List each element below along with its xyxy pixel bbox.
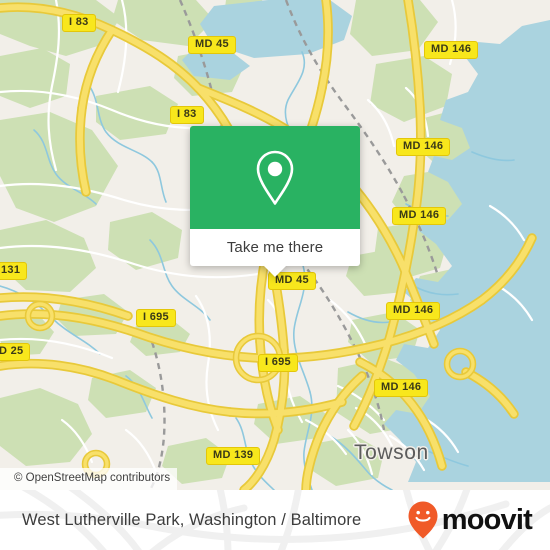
popup-pin-area xyxy=(190,126,360,229)
road-shield: MD 146 xyxy=(374,379,429,397)
bottom-info-bar: West Lutherville Park, Washington / Balt… xyxy=(0,490,550,550)
place-label: Towson xyxy=(354,441,429,464)
road-shield: MD 146 xyxy=(424,41,479,59)
road-shield: D 25 xyxy=(0,343,31,361)
road-shield: MD 146 xyxy=(396,138,451,156)
map-pin-icon xyxy=(256,150,294,205)
road-shield: MD 146 xyxy=(386,302,441,320)
road-shield: MD 146 xyxy=(392,207,447,225)
road-shield: MD 139 xyxy=(206,447,261,465)
location-popup-card[interactable]: Take me there xyxy=(190,126,360,277)
map-attribution[interactable]: © OpenStreetMap contributors xyxy=(0,468,178,490)
moovit-smiley-pin-icon xyxy=(408,501,438,539)
road-shield: I 695 xyxy=(136,309,176,327)
road-shield: I 83 xyxy=(170,106,204,124)
take-me-there-button[interactable]: Take me there xyxy=(190,229,360,266)
moovit-logo[interactable]: moovit xyxy=(406,500,533,540)
popup-tail-arrow xyxy=(264,266,286,277)
road-shield: I 695 xyxy=(258,354,298,372)
road-shield: I 83 xyxy=(62,14,96,32)
road-shield: 131 xyxy=(0,262,28,280)
road-shield: MD 45 xyxy=(188,36,236,54)
moovit-wordmark: moovit xyxy=(441,503,533,536)
page-title: West Lutherville Park, Washington / Balt… xyxy=(22,510,362,529)
moovit-map-screenshot: I 83 MD 45 MD 146 I 83 MD 146 MD 146 131 MD 45 I… xyxy=(0,0,550,550)
map-canvas[interactable]: I 83 MD 45 MD 146 I 83 MD 146 MD 146 131 MD 45 I… xyxy=(0,0,550,490)
